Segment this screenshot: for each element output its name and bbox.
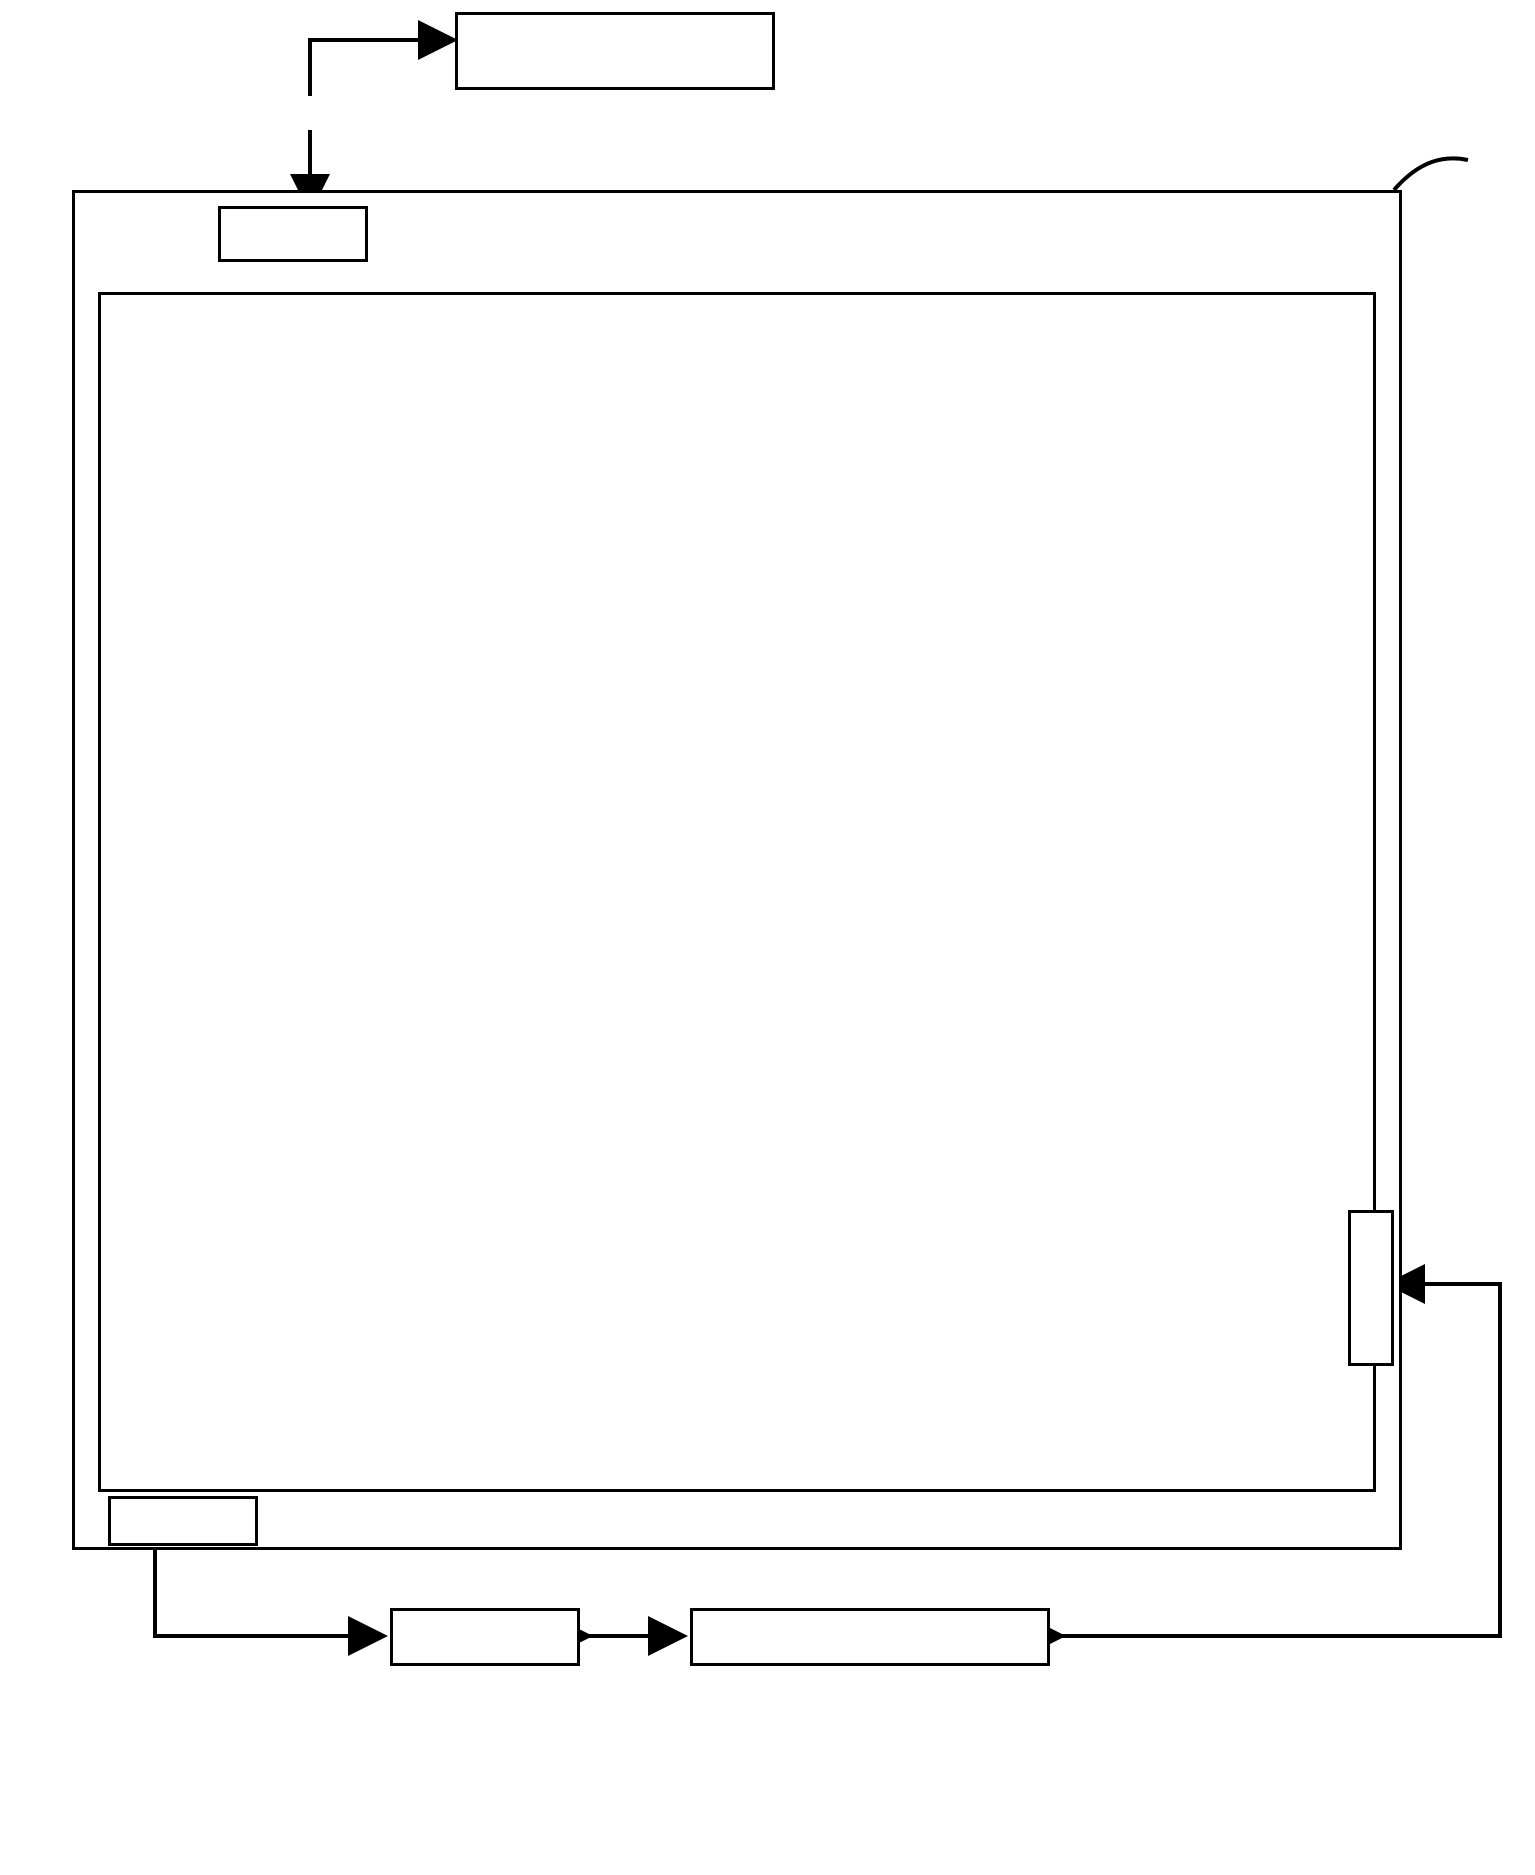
mmu-122-box <box>390 1608 580 1666</box>
figure-canvas <box>0 0 1535 1875</box>
host-computer-box <box>455 12 775 90</box>
offchip-memory-box <box>690 1608 1050 1666</box>
port-124-box <box>108 1496 258 1546</box>
noc-boundary <box>98 292 1376 1492</box>
port-130-box <box>218 206 368 262</box>
port-126-box <box>1348 1210 1394 1366</box>
